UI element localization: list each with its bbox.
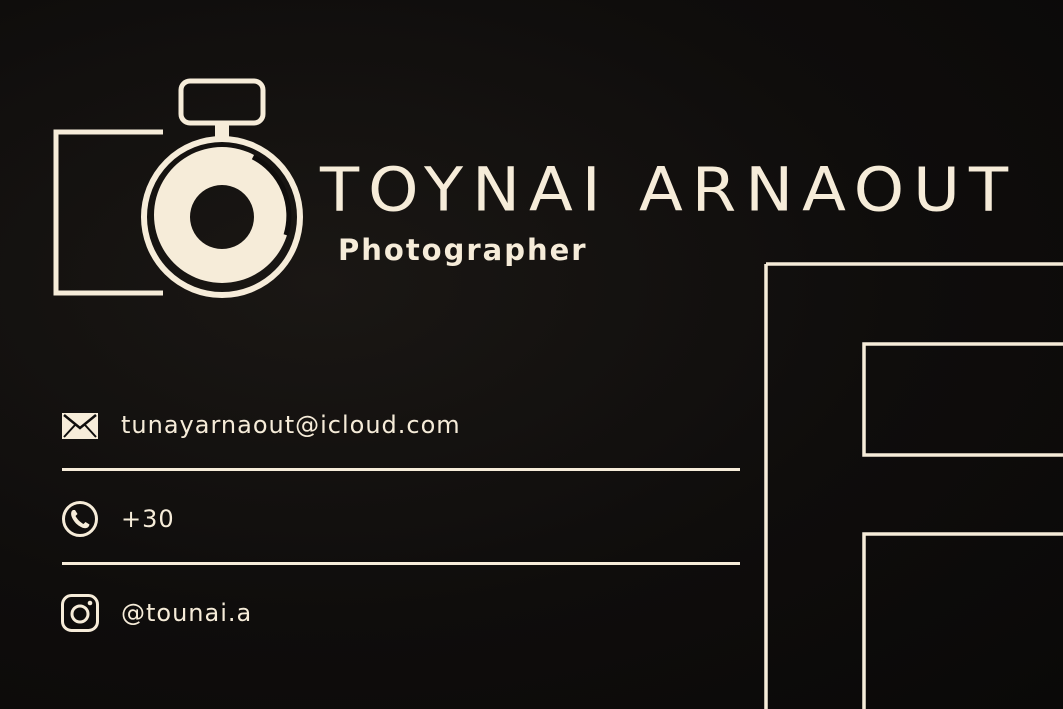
email-row[interactable]: tunayarnaout@icloud.com [60,405,740,445]
camera-logo-icon [53,78,303,298]
contact-divider [62,562,740,565]
instagram-icon [61,594,99,632]
job-title: Photographer [338,233,588,267]
email-text[interactable]: tunayarnaout@icloud.com [121,411,461,439]
instagram-text[interactable]: @tounai.a [121,599,252,627]
outlined-letter-f [764,262,1063,709]
phone-text[interactable]: +30 [121,505,175,533]
envelope-icon [62,413,98,439]
instagram-row[interactable]: @tounai.a [60,593,740,633]
person-name: TOYNAI ARNAOUT [320,155,1018,226]
phone-icon [62,501,98,537]
phone-row[interactable]: +30 [60,499,740,539]
business-card: TOYNAI ARNAOUT Photographer tunayarnaout… [0,0,1063,709]
contact-divider [62,468,740,471]
